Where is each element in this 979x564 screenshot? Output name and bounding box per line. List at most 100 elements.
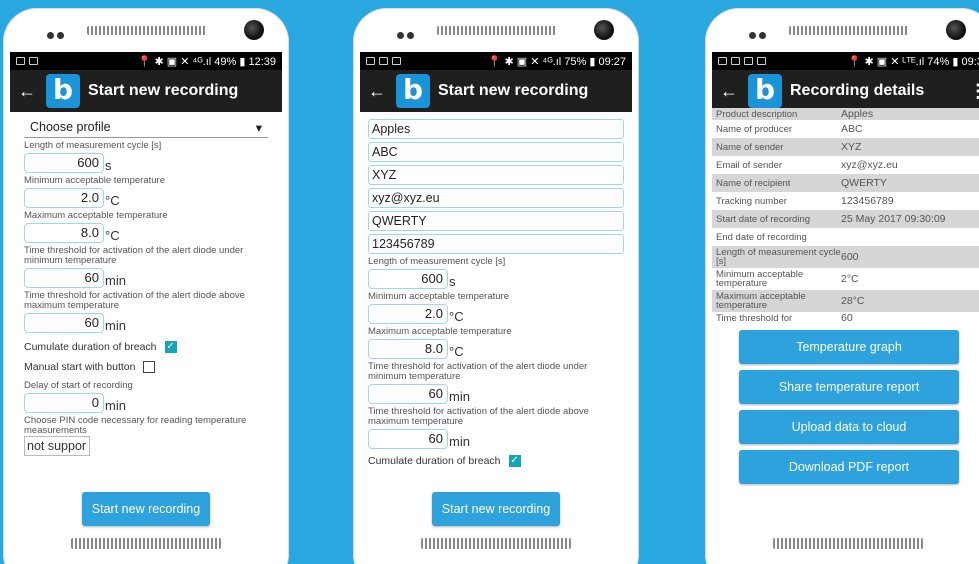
row-key: Email of sender [716,159,783,171]
start-recording-button[interactable]: Start new recording [82,492,210,526]
app-logo: b [46,74,80,108]
product-input[interactable]: Apples [368,119,624,139]
recipient-input[interactable]: QWERTY [368,211,624,231]
tracking-input[interactable]: 123456789 [368,234,624,254]
chevron-down-icon: ▾ [255,121,262,135]
manual-start-checkbox[interactable] [143,361,156,373]
table-row: Name of producer ABC [712,120,979,138]
row-value: 2°C [841,273,859,285]
screen: 📍 ✱ ▣ ✕ ⁴ᴳ.ıl 75% ▮ 09:27 ← b Start new … [360,52,632,532]
unit-label: °C [449,344,464,359]
max-temp-input[interactable]: 8.0 [24,223,104,243]
status-indicators: 📍 ✱ ▣ ✕ ⁴ᴳ.ıl 75% ▮ 09:27 [487,55,626,68]
notification-icons [718,57,766,65]
cumulate-row: Cumulate duration of breach ✓ [24,341,268,353]
row-key: Product description [716,108,798,120]
unit-label: s [105,158,112,173]
profile-dropdown[interactable]: Choose profile ▾ [24,118,268,138]
cycle-input[interactable]: 600 [24,153,104,173]
unit-label: min [105,318,126,333]
table-row: Name of recipient QWERTY [712,174,979,192]
row-value: 600 [841,251,859,263]
delay-label: Delay of start of recording [24,380,133,391]
under-min-threshold-input[interactable]: 60 [24,268,104,288]
share-report-button[interactable]: Share temperature report [739,370,959,404]
row-value: Apples [841,108,874,120]
page-title: Recording details [790,82,925,99]
row-value: QWERTY [841,177,887,189]
status-bar: 📍 ✱ ▣ ✕ ⁴ᴳ.ıl 49% ▮ 12:39 [10,52,282,70]
back-arrow-icon[interactable]: ← [720,81,748,102]
min-temp-label: Minimum acceptable temperature [24,175,165,186]
cumulate-checkbox[interactable]: ✓ [508,455,521,467]
table-row: End date of recording [712,228,979,246]
sender-input[interactable]: XYZ [368,165,624,185]
row-value: 60 [841,312,853,324]
table-row: Start date of recording 25 May 2017 09:30… [712,210,979,228]
under-min-threshold-input[interactable]: 60 [368,384,448,404]
cycle-label: Length of measurement cycle [s] [24,140,162,151]
producer-input[interactable]: ABC [368,142,624,162]
row-value: xyz@xyz.eu [841,159,898,171]
form: Choose profile ▾ Length of measurement c… [10,112,282,460]
status-bar: 📍 ✱ ▣ ✕ ⁴ᴳ.ıl 75% ▮ 09:27 [360,52,632,70]
email-input[interactable]: xyz@xyz.eu [368,188,624,208]
table-row: Minimum acceptable temperature 2°C [712,268,979,290]
unit-label: min [449,434,470,449]
page-title: Start new recording [438,82,589,99]
row-key: Time threshold for [716,312,793,324]
row-value: 25 May 2017 09:30:09 [841,213,946,225]
unit-label: °C [105,228,120,243]
row-key: Name of recipient [716,177,791,189]
above-max-threshold-input[interactable]: 60 [368,429,448,449]
app-logo: b [396,74,430,108]
temperature-graph-button[interactable]: Temperature graph [739,330,959,364]
bottom-speaker [71,538,221,549]
start-recording-button[interactable]: Start new recording [432,492,560,526]
cumulate-checkbox[interactable]: ✓ [164,341,177,353]
row-key: Start date of recording [716,213,810,225]
app-bar: ← b Recording details ⋮ [712,70,979,112]
cumulate-label: Cumulate duration of breach [24,341,157,353]
bottom-speaker [421,538,571,549]
bottom-speaker [773,538,923,549]
overflow-menu-icon[interactable]: ⋮ [969,81,979,102]
min-temp-input[interactable]: 2.0 [368,304,448,324]
manual-start-row: Manual start with button [24,361,268,373]
row-key: End date of recording [716,231,807,243]
manual-start-label: Manual start with button [24,361,136,373]
unit-label: °C [105,193,120,208]
unit-label: min [105,273,126,288]
app-logo: b [748,74,782,108]
details-table: Product description Apples Name of produc… [712,108,979,324]
row-value: 28°C [841,295,865,307]
min-temp-input[interactable]: 2.0 [24,188,104,208]
sensor-dots [749,26,769,44]
app-bar: ← b Start new recording [10,70,282,112]
cycle-input[interactable]: 600 [368,269,448,289]
delay-input[interactable]: 0 [24,393,104,413]
row-value: 123456789 [841,195,894,207]
table-row: Product description Apples [712,108,979,120]
back-arrow-icon[interactable]: ← [368,81,396,102]
form: Apples ABC XYZ xyz@xyz.eu QWERTY 1234567… [360,112,632,479]
max-temp-input[interactable]: 8.0 [368,339,448,359]
sensor-dots [47,26,67,44]
unit-label: min [105,398,126,413]
under-min-threshold-label: Time threshold for activation of the ale… [24,245,244,266]
row-key: Minimum acceptable temperature [716,269,804,289]
phone-recording-details: 📍 ✱ ▣ ✕ ᴸᵀᴱ.ıl 74% ▮ 09:30 ← b Recording… [705,8,979,564]
min-temp-label: Minimum acceptable temperature [368,291,509,302]
download-pdf-button[interactable]: Download PDF report [739,450,959,484]
pin-input[interactable]: not suppor [24,436,90,456]
sensor-dots [397,26,417,44]
cumulate-row: Cumulate duration of breach ✓ [368,455,624,467]
table-row: Length of measurement cycle [s] 600 [712,246,979,268]
upload-cloud-button[interactable]: Upload data to cloud [739,410,959,444]
back-arrow-icon[interactable]: ← [18,81,46,102]
above-max-threshold-input[interactable]: 60 [24,313,104,333]
row-key: Name of producer [716,123,793,135]
table-row: Time threshold for 60 [712,312,979,324]
phone-start-recording-profile: 📍 ✱ ▣ ✕ ⁴ᴳ.ıl 49% ▮ 12:39 ← b Start new … [3,8,289,564]
cumulate-label: Cumulate duration of breach [368,455,501,467]
